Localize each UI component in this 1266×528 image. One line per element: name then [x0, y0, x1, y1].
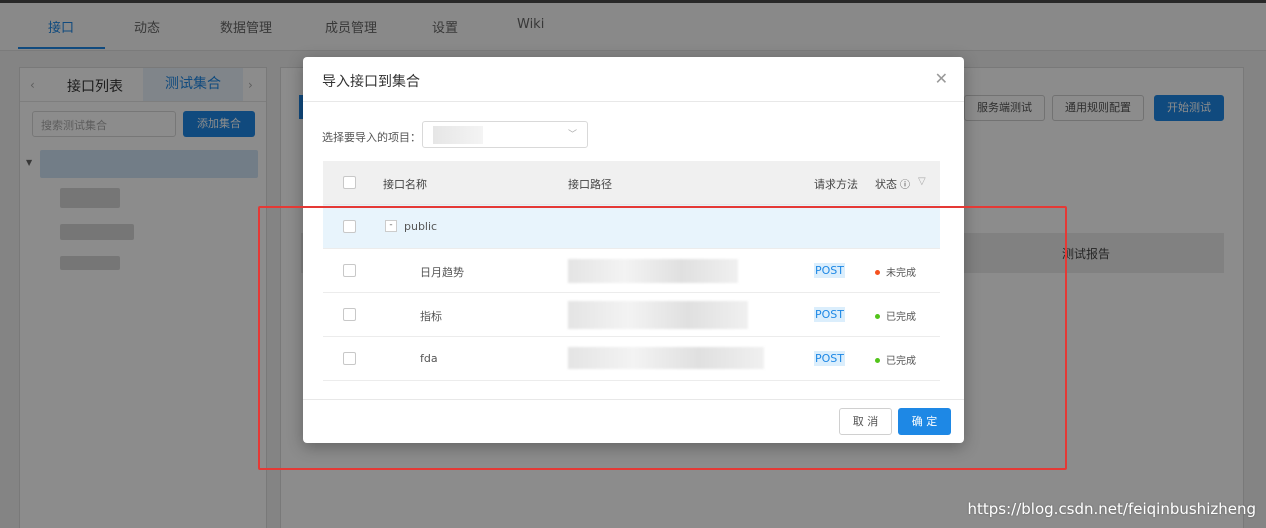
- interface-path-redacted: [568, 259, 738, 283]
- interface-path-redacted: [568, 347, 764, 369]
- modal-title: 导入接口到集合: [322, 74, 420, 90]
- interface-path-redacted: [568, 301, 748, 329]
- status-badge: 已完成: [875, 352, 916, 367]
- interface-name: 指标: [420, 310, 442, 323]
- method-badge: POST: [814, 351, 845, 366]
- table-row[interactable]: 指标 POST 已完成: [323, 293, 940, 337]
- help-icon[interactable]: ⓘ: [900, 176, 910, 191]
- project-select-value: [433, 126, 483, 144]
- modal-footer: 取 消 确 定: [303, 399, 964, 443]
- table-row[interactable]: fda POST 已完成: [323, 337, 940, 381]
- status-dot-icon: [875, 269, 880, 275]
- row-checkbox[interactable]: [343, 308, 356, 321]
- status-text: 已完成: [886, 356, 916, 367]
- row-checkbox[interactable]: [343, 264, 356, 277]
- table-row[interactable]: 日月趋势 POST 未完成: [323, 249, 940, 293]
- interface-name: fda: [420, 352, 438, 365]
- row-checkbox[interactable]: [343, 220, 356, 233]
- status-text: 已完成: [886, 312, 916, 323]
- column-method: 请求方法: [814, 178, 858, 191]
- modal-header: 导入接口到集合 ✕: [303, 57, 964, 102]
- cancel-button[interactable]: 取 消: [839, 408, 892, 435]
- select-all-checkbox[interactable]: [343, 176, 356, 189]
- column-path: 接口路径: [568, 178, 612, 191]
- method-badge: POST: [814, 263, 845, 278]
- filter-icon[interactable]: ▽: [918, 176, 926, 187]
- interface-name: 日月趋势: [420, 266, 464, 279]
- status-badge: 已完成: [875, 308, 916, 323]
- confirm-button[interactable]: 确 定: [898, 408, 951, 435]
- chevron-down-icon: ﹀: [567, 130, 577, 140]
- project-select-label: 选择要导入的项目：: [322, 131, 421, 144]
- collapse-icon[interactable]: -: [385, 220, 397, 232]
- table-header: 接口名称 接口路径 请求方法 状态 ⓘ ▽: [323, 161, 940, 205]
- row-checkbox[interactable]: [343, 352, 356, 365]
- method-badge: POST: [814, 307, 845, 322]
- status-dot-icon: [875, 357, 880, 363]
- status-badge: 未完成: [875, 264, 916, 279]
- group-name: public: [404, 220, 438, 233]
- column-name: 接口名称: [383, 178, 427, 191]
- table-row-group[interactable]: - public: [323, 205, 940, 249]
- status-dot-icon: [875, 313, 880, 319]
- status-text: 未完成: [886, 268, 916, 279]
- import-interfaces-modal: 导入接口到集合 ✕ 选择要导入的项目： ﹀ 接口名称 接口路径 请求方法 状态 …: [303, 57, 964, 443]
- project-select[interactable]: ﹀: [422, 121, 588, 148]
- close-icon[interactable]: ✕: [935, 69, 948, 88]
- watermark-text: https://blog.csdn.net/feiqinbushizheng: [967, 500, 1256, 518]
- column-status: 状态: [875, 178, 897, 191]
